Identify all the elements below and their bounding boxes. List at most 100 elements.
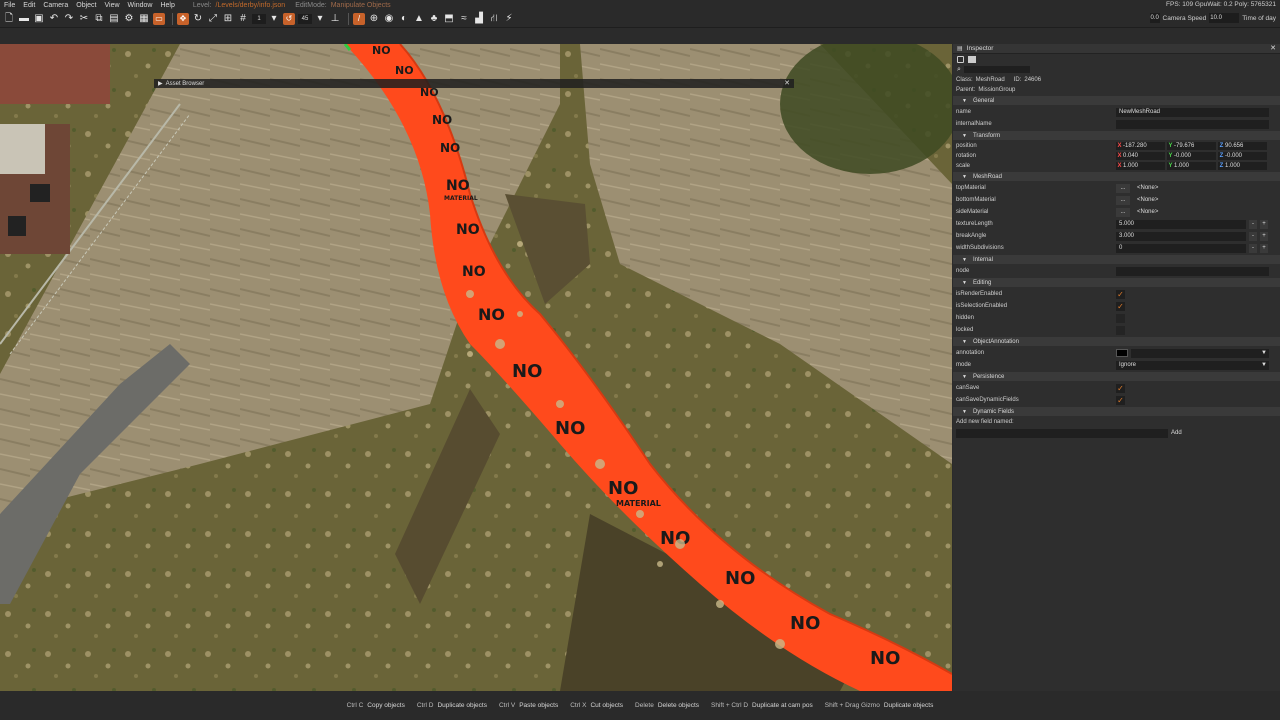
- position-x[interactable]: X -187.280: [1116, 142, 1165, 150]
- lightning-icon[interactable]: ⚡: [503, 13, 515, 25]
- name-input[interactable]: NewMeshRoad: [1116, 107, 1269, 117]
- decrement-button[interactable]: -: [1249, 243, 1257, 253]
- level-path[interactable]: /Levels/derby/info.json: [216, 2, 286, 9]
- add-field-button[interactable]: Add: [1171, 430, 1182, 436]
- save-icon[interactable]: ▣: [33, 13, 45, 25]
- hidden-checkbox[interactable]: [1116, 313, 1125, 323]
- asset-browser-bar[interactable]: ▶ Asset Browser ✕: [154, 79, 794, 88]
- decrement-button[interactable]: -: [1249, 219, 1257, 229]
- grid-snap-icon[interactable]: #: [237, 13, 249, 25]
- mode-dropdown[interactable]: Ignore ▼: [1116, 360, 1269, 370]
- gear-icon[interactable]: ⚙: [123, 13, 135, 25]
- top-material-value[interactable]: <None>: [1137, 185, 1158, 191]
- can-save-dynamic-checkbox[interactable]: ✓: [1116, 395, 1125, 405]
- cut-icon[interactable]: ✂: [78, 13, 90, 25]
- scale-gizmo-icon[interactable]: ⤢: [207, 13, 219, 25]
- meshroad-icon[interactable]: ▟: [473, 13, 485, 25]
- position-y[interactable]: Y -79.676: [1167, 142, 1216, 150]
- angle-value[interactable]: 45: [298, 14, 312, 24]
- scale-x[interactable]: X 1.000: [1116, 162, 1165, 170]
- locked-checkbox[interactable]: [1116, 325, 1125, 335]
- section-transform[interactable]: ▼ Transform: [953, 131, 1280, 140]
- chevron-down-icon[interactable]: ▾: [268, 13, 280, 25]
- new-file-icon[interactable]: 🗋: [3, 13, 15, 25]
- play-icon[interactable]: ▶: [158, 80, 163, 87]
- side-material-value[interactable]: <None>: [1137, 209, 1158, 215]
- menu-edit[interactable]: Edit: [23, 2, 35, 9]
- forest-icon[interactable]: ♣: [428, 13, 440, 25]
- render-enabled-checkbox[interactable]: ✓: [1116, 289, 1125, 299]
- menu-camera[interactable]: Camera: [43, 2, 68, 9]
- increment-button[interactable]: +: [1260, 231, 1268, 241]
- section-general[interactable]: ▼ General: [953, 96, 1280, 105]
- drop-to-ground-icon[interactable]: ⊥: [329, 13, 341, 25]
- river-icon[interactable]: ≈: [458, 13, 470, 25]
- terrain-icon[interactable]: ▲: [413, 13, 425, 25]
- section-annotation[interactable]: ▼ ObjectAnnotation: [953, 337, 1280, 346]
- menu-window[interactable]: Window: [128, 2, 153, 9]
- road-icon[interactable]: ⛙: [488, 13, 500, 25]
- editmode-value[interactable]: Manipulate Objects: [331, 2, 391, 9]
- rotation-z[interactable]: Z -0.000: [1218, 152, 1267, 160]
- search-input[interactable]: [963, 66, 1030, 73]
- decal-icon[interactable]: ⬒: [443, 13, 455, 25]
- section-persistence[interactable]: ▼ Persistence: [953, 372, 1280, 381]
- node-input[interactable]: [1116, 266, 1269, 276]
- scene-render[interactable]: NO NO NO NO NO NO MATERIAL NO NO NO NO N…: [0, 44, 952, 691]
- browse-button[interactable]: ...: [1116, 195, 1130, 205]
- inspector-tab[interactable]: ▤ Inspector ✕: [953, 44, 1280, 54]
- width-subdivisions-input[interactable]: 0: [1116, 243, 1246, 253]
- snap-value[interactable]: 1: [252, 14, 266, 24]
- section-dynamic-fields[interactable]: ▼ Dynamic Fields: [953, 407, 1280, 416]
- close-icon[interactable]: ✕: [1270, 44, 1276, 54]
- menu-file[interactable]: File: [4, 2, 15, 9]
- annotation-dropdown[interactable]: ▼: [1131, 348, 1269, 358]
- browse-button[interactable]: ...: [1116, 207, 1130, 217]
- copy-icon[interactable]: ⧉: [93, 13, 105, 25]
- menu-help[interactable]: Help: [160, 2, 174, 9]
- break-angle-input[interactable]: 3.000: [1116, 231, 1246, 241]
- camera-icon[interactable]: ◉: [383, 13, 395, 25]
- rotation-x[interactable]: X 0.040: [1116, 152, 1165, 160]
- menu-view[interactable]: View: [104, 2, 119, 9]
- paste-icon[interactable]: ▤: [108, 13, 120, 25]
- scale-y[interactable]: Y 1.000: [1167, 162, 1216, 170]
- delete-icon[interactable]: ▦: [138, 13, 150, 25]
- selection-enabled-checkbox[interactable]: ✓: [1116, 301, 1125, 311]
- increment-button[interactable]: +: [1260, 243, 1268, 253]
- position-z[interactable]: Z 90.656: [1218, 142, 1267, 150]
- camera-speed-value[interactable]: 0.0: [1149, 13, 1160, 23]
- vehicle-icon[interactable]: ▭: [153, 13, 165, 25]
- annotation-color-swatch[interactable]: [1116, 349, 1128, 357]
- scene-viewport[interactable]: NO NO NO NO NO NO MATERIAL NO NO NO NO N…: [0, 44, 952, 691]
- rotate-gizmo-icon[interactable]: ↻: [192, 13, 204, 25]
- add-object-icon[interactable]: ⊕: [368, 13, 380, 25]
- open-folder-icon[interactable]: ▬: [18, 13, 30, 25]
- parent-value[interactable]: MissionGroup: [978, 87, 1015, 93]
- can-save-checkbox[interactable]: ✓: [1116, 383, 1125, 393]
- section-editing[interactable]: ▼ Editing: [953, 278, 1280, 287]
- new-field-input[interactable]: [956, 428, 1168, 438]
- section-meshroad[interactable]: ▼ MeshRoad: [953, 172, 1280, 181]
- texture-length-input[interactable]: 5.000: [1116, 219, 1246, 229]
- menu-object[interactable]: Object: [76, 2, 96, 9]
- increment-button[interactable]: +: [1260, 219, 1268, 229]
- decrement-button[interactable]: -: [1249, 231, 1257, 241]
- move-gizmo-icon[interactable]: ✥: [177, 13, 189, 25]
- sun-icon[interactable]: ◐: [398, 13, 410, 25]
- rotation-y[interactable]: Y -0.000: [1167, 152, 1216, 160]
- local-space-icon[interactable]: ⊞: [222, 13, 234, 25]
- preset-icon[interactable]: [968, 55, 976, 63]
- bottom-material-value[interactable]: <None>: [1137, 197, 1158, 203]
- section-internal[interactable]: ▼ Internal: [953, 255, 1280, 264]
- lock-icon[interactable]: [957, 55, 964, 63]
- close-icon[interactable]: ✕: [784, 79, 790, 88]
- time-of-day-value[interactable]: 10.0: [1209, 13, 1240, 23]
- internal-name-input[interactable]: [1116, 119, 1269, 129]
- browse-button[interactable]: ...: [1116, 183, 1130, 193]
- scale-z[interactable]: Z 1.000: [1218, 162, 1267, 170]
- road-tool-icon[interactable]: /: [353, 13, 365, 25]
- undo-icon[interactable]: ↶: [48, 13, 60, 25]
- chevron-down-icon[interactable]: ▾: [314, 13, 326, 25]
- angle-snap-icon[interactable]: ↺: [283, 13, 295, 25]
